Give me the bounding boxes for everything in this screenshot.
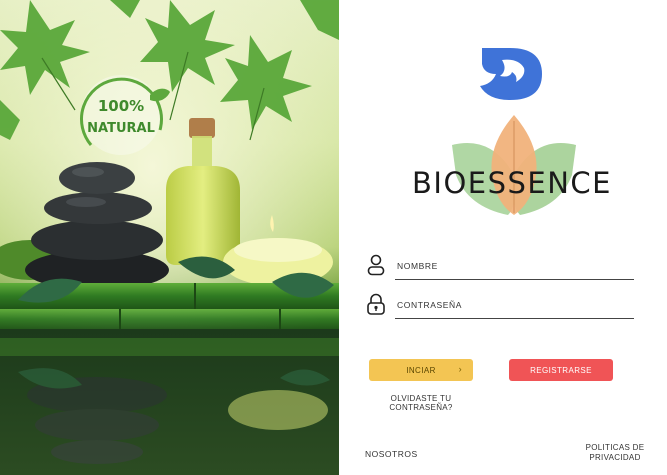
brand-name: BIOESSENCE	[412, 166, 613, 200]
forgot-password-line2: CONTRASEÑA?	[389, 403, 453, 412]
spa-scene-illustration: 100% NATURAL	[0, 0, 339, 475]
hero-image: 100% NATURAL	[0, 0, 339, 475]
username-underline	[395, 279, 634, 280]
register-button[interactable]: REGISTRARSE	[509, 359, 613, 381]
password-underline	[395, 318, 634, 319]
lock-icon	[367, 293, 385, 315]
login-button[interactable]: INCIAR ›	[369, 359, 473, 381]
forgot-password-line1: OLVIDASTE TU	[390, 394, 452, 403]
login-button-label: INCIAR	[406, 365, 436, 375]
password-field[interactable]: CONTRASEÑA	[366, 293, 634, 319]
privacy-line1: POLITICAS DE	[585, 443, 645, 452]
privacy-line2: PRIVACIDAD	[589, 452, 641, 462]
chat-bubble-logo-icon	[480, 48, 542, 100]
privacy-policy-link[interactable]: POLITICAS DE PRIVACIDAD	[572, 443, 658, 462]
password-label: CONTRASEÑA	[397, 300, 463, 310]
forgot-password-link[interactable]: OLVIDASTE TU CONTRASEÑA?	[381, 394, 461, 412]
chevron-right-icon: ›	[458, 364, 462, 374]
register-button-label: REGISTRARSE	[530, 365, 592, 375]
user-icon	[367, 254, 385, 276]
badge-percent: 100%	[98, 97, 144, 115]
username-field[interactable]: NOMBRE	[366, 254, 634, 280]
about-link[interactable]: NOSOTROS	[365, 449, 418, 459]
badge-text: NATURAL	[87, 121, 155, 136]
username-label: NOMBRE	[397, 261, 438, 271]
